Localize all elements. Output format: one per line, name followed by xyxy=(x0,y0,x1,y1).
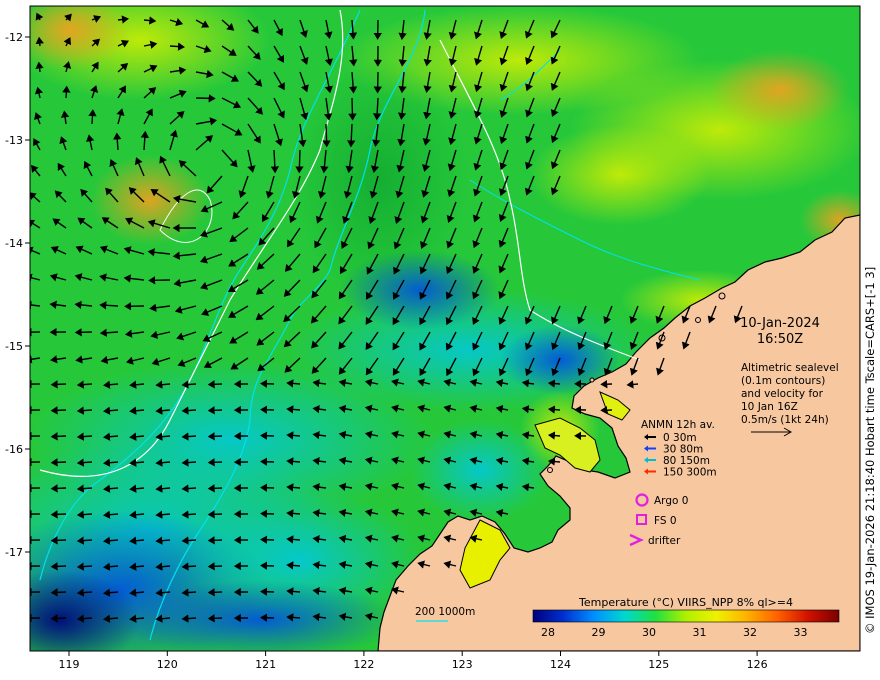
y-axis: -12 -13 -14 -15 -16 -17 xyxy=(5,31,30,559)
velocity-arrow xyxy=(76,562,93,571)
velocity-arrow xyxy=(207,484,223,493)
side-caption: © IMOS 19-Jan-2026 21:18:40 Hobart time … xyxy=(863,267,877,634)
anmn-title: ANMN 12h av. xyxy=(641,419,715,431)
velocity-arrow xyxy=(62,85,71,99)
velocity-arrow xyxy=(50,380,67,389)
anmn-item-label: 30 80m xyxy=(663,444,703,456)
x-tick-label: 122 xyxy=(353,658,374,671)
velocity-arrow xyxy=(88,109,97,125)
anmn-item-label: 80 150m xyxy=(663,455,710,467)
colorbar-tick-label: 33 xyxy=(794,626,808,639)
velocity-arrow xyxy=(547,431,561,440)
colorbar-title: Temperature (°C) VIIRS_NPP 8% ql>=4 xyxy=(578,596,793,609)
velocity-arrow xyxy=(50,406,67,415)
velocity-arrow xyxy=(181,614,197,623)
velocity-arrow xyxy=(181,484,197,493)
sst-field xyxy=(30,6,860,651)
velocity-arrow xyxy=(169,42,185,51)
velocity-arrow xyxy=(76,614,93,623)
velocity-arrow xyxy=(50,562,67,571)
velocity-arrow xyxy=(76,588,93,597)
colorbar-tick-label: 30 xyxy=(642,626,656,639)
velocity-arrow xyxy=(207,536,223,545)
velocity-arrow xyxy=(181,510,197,519)
x-tick-label: 123 xyxy=(452,658,473,671)
x-tick-label: 121 xyxy=(255,658,276,671)
velocity-arrow xyxy=(76,510,93,519)
velocity-arrow xyxy=(181,458,197,467)
velocity-arrow xyxy=(207,432,223,441)
date-label: 10-Jan-2024 xyxy=(740,316,820,331)
description-line: (0.1m contours) xyxy=(741,375,825,387)
x-tick-label: 126 xyxy=(747,658,768,671)
y-tick-label: -15 xyxy=(5,340,23,353)
velocity-arrow xyxy=(181,432,197,441)
y-tick-label: -17 xyxy=(5,546,23,559)
map-figure: 119 120 121 122 123 124 125 126 -12 -13 -14 -15 -16… xyxy=(5,5,861,671)
velocity-arrow xyxy=(207,380,223,389)
velocity-arrow xyxy=(76,380,93,389)
velocity-arrow xyxy=(50,432,67,441)
x-tick-label: 120 xyxy=(157,658,178,671)
velocity-arrow xyxy=(76,484,93,493)
velocity-arrow xyxy=(35,36,44,47)
colorbar-tick-label: 32 xyxy=(743,626,757,639)
description-line: and velocity for xyxy=(741,388,824,400)
velocity-arrow xyxy=(50,484,67,493)
copyright-caption: © IMOS 19-Jan-2026 21:18:40 Hobart time … xyxy=(863,267,877,634)
velocity-arrow xyxy=(181,562,197,571)
colorbar-tick-label: 31 xyxy=(693,626,707,639)
velocity-arrow xyxy=(547,379,561,388)
velocity-arrow xyxy=(207,562,223,571)
x-tick-label: 119 xyxy=(59,658,80,671)
velocity-arrow xyxy=(207,510,223,519)
velocity-arrow xyxy=(50,458,67,467)
velocity-arrow xyxy=(181,406,197,415)
velocity-arrow xyxy=(181,380,197,389)
isobath-legend-label: 200 1000m xyxy=(415,606,475,618)
velocity-arrow xyxy=(207,458,223,467)
description-line: 10 Jan 16Z xyxy=(741,401,798,413)
x-tick-label: 125 xyxy=(648,658,669,671)
argo-label: Argo 0 xyxy=(654,495,688,507)
velocity-arrow xyxy=(50,614,67,623)
velocity-arrow xyxy=(181,588,197,597)
velocity-arrow xyxy=(348,97,357,121)
velocity-arrow xyxy=(76,432,93,441)
velocity-arrow xyxy=(207,406,223,415)
description-line: Altimetric sealevel xyxy=(741,362,839,374)
velocity-arrow xyxy=(76,406,93,415)
fs-label: FS 0 xyxy=(654,515,677,527)
velocity-arrow xyxy=(50,536,67,545)
y-tick-label: -12 xyxy=(5,31,23,44)
anmn-item-label: 150 300m xyxy=(663,467,717,479)
velocity-arrow xyxy=(50,510,67,519)
y-tick-label: -16 xyxy=(5,443,23,456)
colorbar-tick-label: 28 xyxy=(541,626,555,639)
velocity-arrow xyxy=(547,457,561,466)
velocity-arrow xyxy=(50,588,67,597)
time-label: 16:50Z xyxy=(757,332,803,347)
colorbar-tick-label: 29 xyxy=(592,626,606,639)
velocity-arrow xyxy=(181,536,197,545)
anmn-item-label: 0 30m xyxy=(663,432,697,444)
x-tick-label: 124 xyxy=(550,658,571,671)
drifter-label: drifter xyxy=(648,535,681,547)
velocity-arrow xyxy=(547,405,561,414)
y-tick-label: -13 xyxy=(5,134,23,147)
y-tick-label: -14 xyxy=(5,237,23,250)
velocity-arrow xyxy=(76,458,93,467)
velocity-arrow xyxy=(322,123,331,148)
x-axis: 119 120 121 122 123 124 125 126 xyxy=(59,651,768,671)
velocity-arrow xyxy=(295,149,304,174)
velocity-arrow xyxy=(207,588,223,597)
velocity-arrow xyxy=(626,380,639,389)
colorbar xyxy=(532,609,840,623)
velocity-arrow xyxy=(76,536,93,545)
velocity-arrow xyxy=(207,614,223,623)
description-line: 0.5m/s (1kt 24h) xyxy=(741,414,829,426)
